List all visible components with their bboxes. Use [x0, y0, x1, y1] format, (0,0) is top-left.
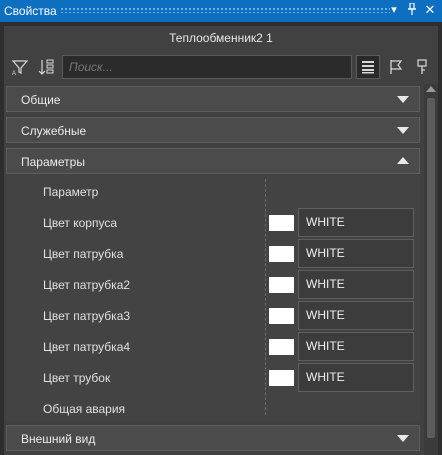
parameter-header-label: Параметр — [43, 185, 99, 199]
table-row[interactable]: Цвет патрубка2 WHITE — [6, 270, 420, 300]
object-name: Теплообменник2 1 — [169, 31, 273, 45]
color-swatch[interactable] — [269, 215, 294, 231]
flag-button[interactable] — [384, 55, 408, 79]
scroll-thumb[interactable] — [427, 98, 435, 438]
list-view-button[interactable] — [356, 55, 380, 79]
property-value[interactable]: WHITE — [298, 332, 414, 361]
color-swatch[interactable] — [269, 246, 294, 262]
list-icon — [362, 61, 374, 74]
table-row[interactable]: Цвет корпуса WHITE — [6, 208, 420, 238]
section-general[interactable]: Общие — [6, 86, 420, 112]
section-appearance-label: Внешний вид — [21, 432, 96, 446]
section-service[interactable]: Служебные — [6, 117, 420, 143]
properties-panel: Теплообменник2 1 A Поиск... Общие Служеб… — [4, 26, 438, 455]
flag-icon — [390, 60, 403, 74]
property-value[interactable]: WHITE — [298, 208, 414, 237]
property-name: Цвет корпуса — [43, 216, 117, 230]
parameters-body: Параметр Цвет корпуса WHITE Цвет патрубк… — [6, 175, 420, 421]
filter-icon: A — [11, 60, 29, 76]
search-input[interactable]: Поиск... — [62, 55, 352, 79]
property-value[interactable]: WHITE — [298, 239, 414, 268]
property-value[interactable]: WHITE — [298, 363, 414, 392]
color-swatch[interactable] — [269, 370, 294, 386]
svg-text:A: A — [12, 71, 16, 76]
property-value[interactable]: WHITE — [298, 270, 414, 299]
table-row[interactable]: Цвет патрубка WHITE — [6, 239, 420, 269]
table-row[interactable]: Цвет патрубка3 WHITE — [6, 301, 420, 331]
sort-icon — [38, 59, 54, 75]
section-parameters[interactable]: Параметры — [6, 148, 420, 174]
property-name: Цвет патрубка2 — [43, 278, 131, 292]
window-titlebar: Свойства ▾ ✕ — [0, 0, 442, 22]
titlebar-grip[interactable] — [60, 7, 390, 13]
filter-button[interactable]: A — [8, 55, 32, 79]
property-name: Цвет трубок — [43, 371, 111, 385]
chevron-up-icon — [397, 157, 409, 164]
vertical-scrollbar[interactable] — [424, 84, 438, 455]
chevron-down-icon — [397, 127, 409, 134]
table-row[interactable]: Цвет трубок WHITE — [6, 363, 420, 393]
key-icon — [417, 59, 427, 74]
pin-icon[interactable] — [405, 2, 419, 17]
toolbar: A Поиск... — [4, 54, 438, 82]
dropdown-icon[interactable]: ▾ — [387, 3, 401, 17]
section-general-label: Общие — [21, 93, 61, 107]
property-name: Цвет патрубка3 — [43, 309, 131, 323]
window-title: Свойства — [4, 4, 57, 18]
property-grid: Общие Служебные Параметры Параметр Цвет … — [4, 84, 422, 455]
property-name: Цвет патрубка4 — [43, 340, 131, 354]
chevron-down-icon — [397, 96, 409, 103]
property-name: Общая авария — [43, 402, 126, 416]
sort-button[interactable] — [34, 55, 58, 79]
section-service-label: Служебные — [21, 124, 87, 138]
property-value[interactable]: WHITE — [298, 301, 414, 330]
property-name: Цвет патрубка — [43, 247, 124, 261]
color-swatch[interactable] — [269, 277, 294, 293]
table-row[interactable]: Общая авария — [6, 394, 420, 424]
table-row[interactable]: Цвет патрубка4 WHITE — [6, 332, 420, 362]
section-parameters-label: Параметры — [21, 155, 85, 169]
color-swatch[interactable] — [269, 308, 294, 324]
section-appearance[interactable]: Внешний вид — [6, 425, 420, 451]
chevron-down-icon — [397, 435, 409, 442]
key-button[interactable] — [410, 55, 434, 79]
close-icon[interactable]: ✕ — [423, 3, 437, 17]
parameter-header-row: Параметр — [6, 177, 420, 207]
scroll-up-icon[interactable] — [426, 86, 436, 92]
color-swatch[interactable] — [269, 339, 294, 355]
